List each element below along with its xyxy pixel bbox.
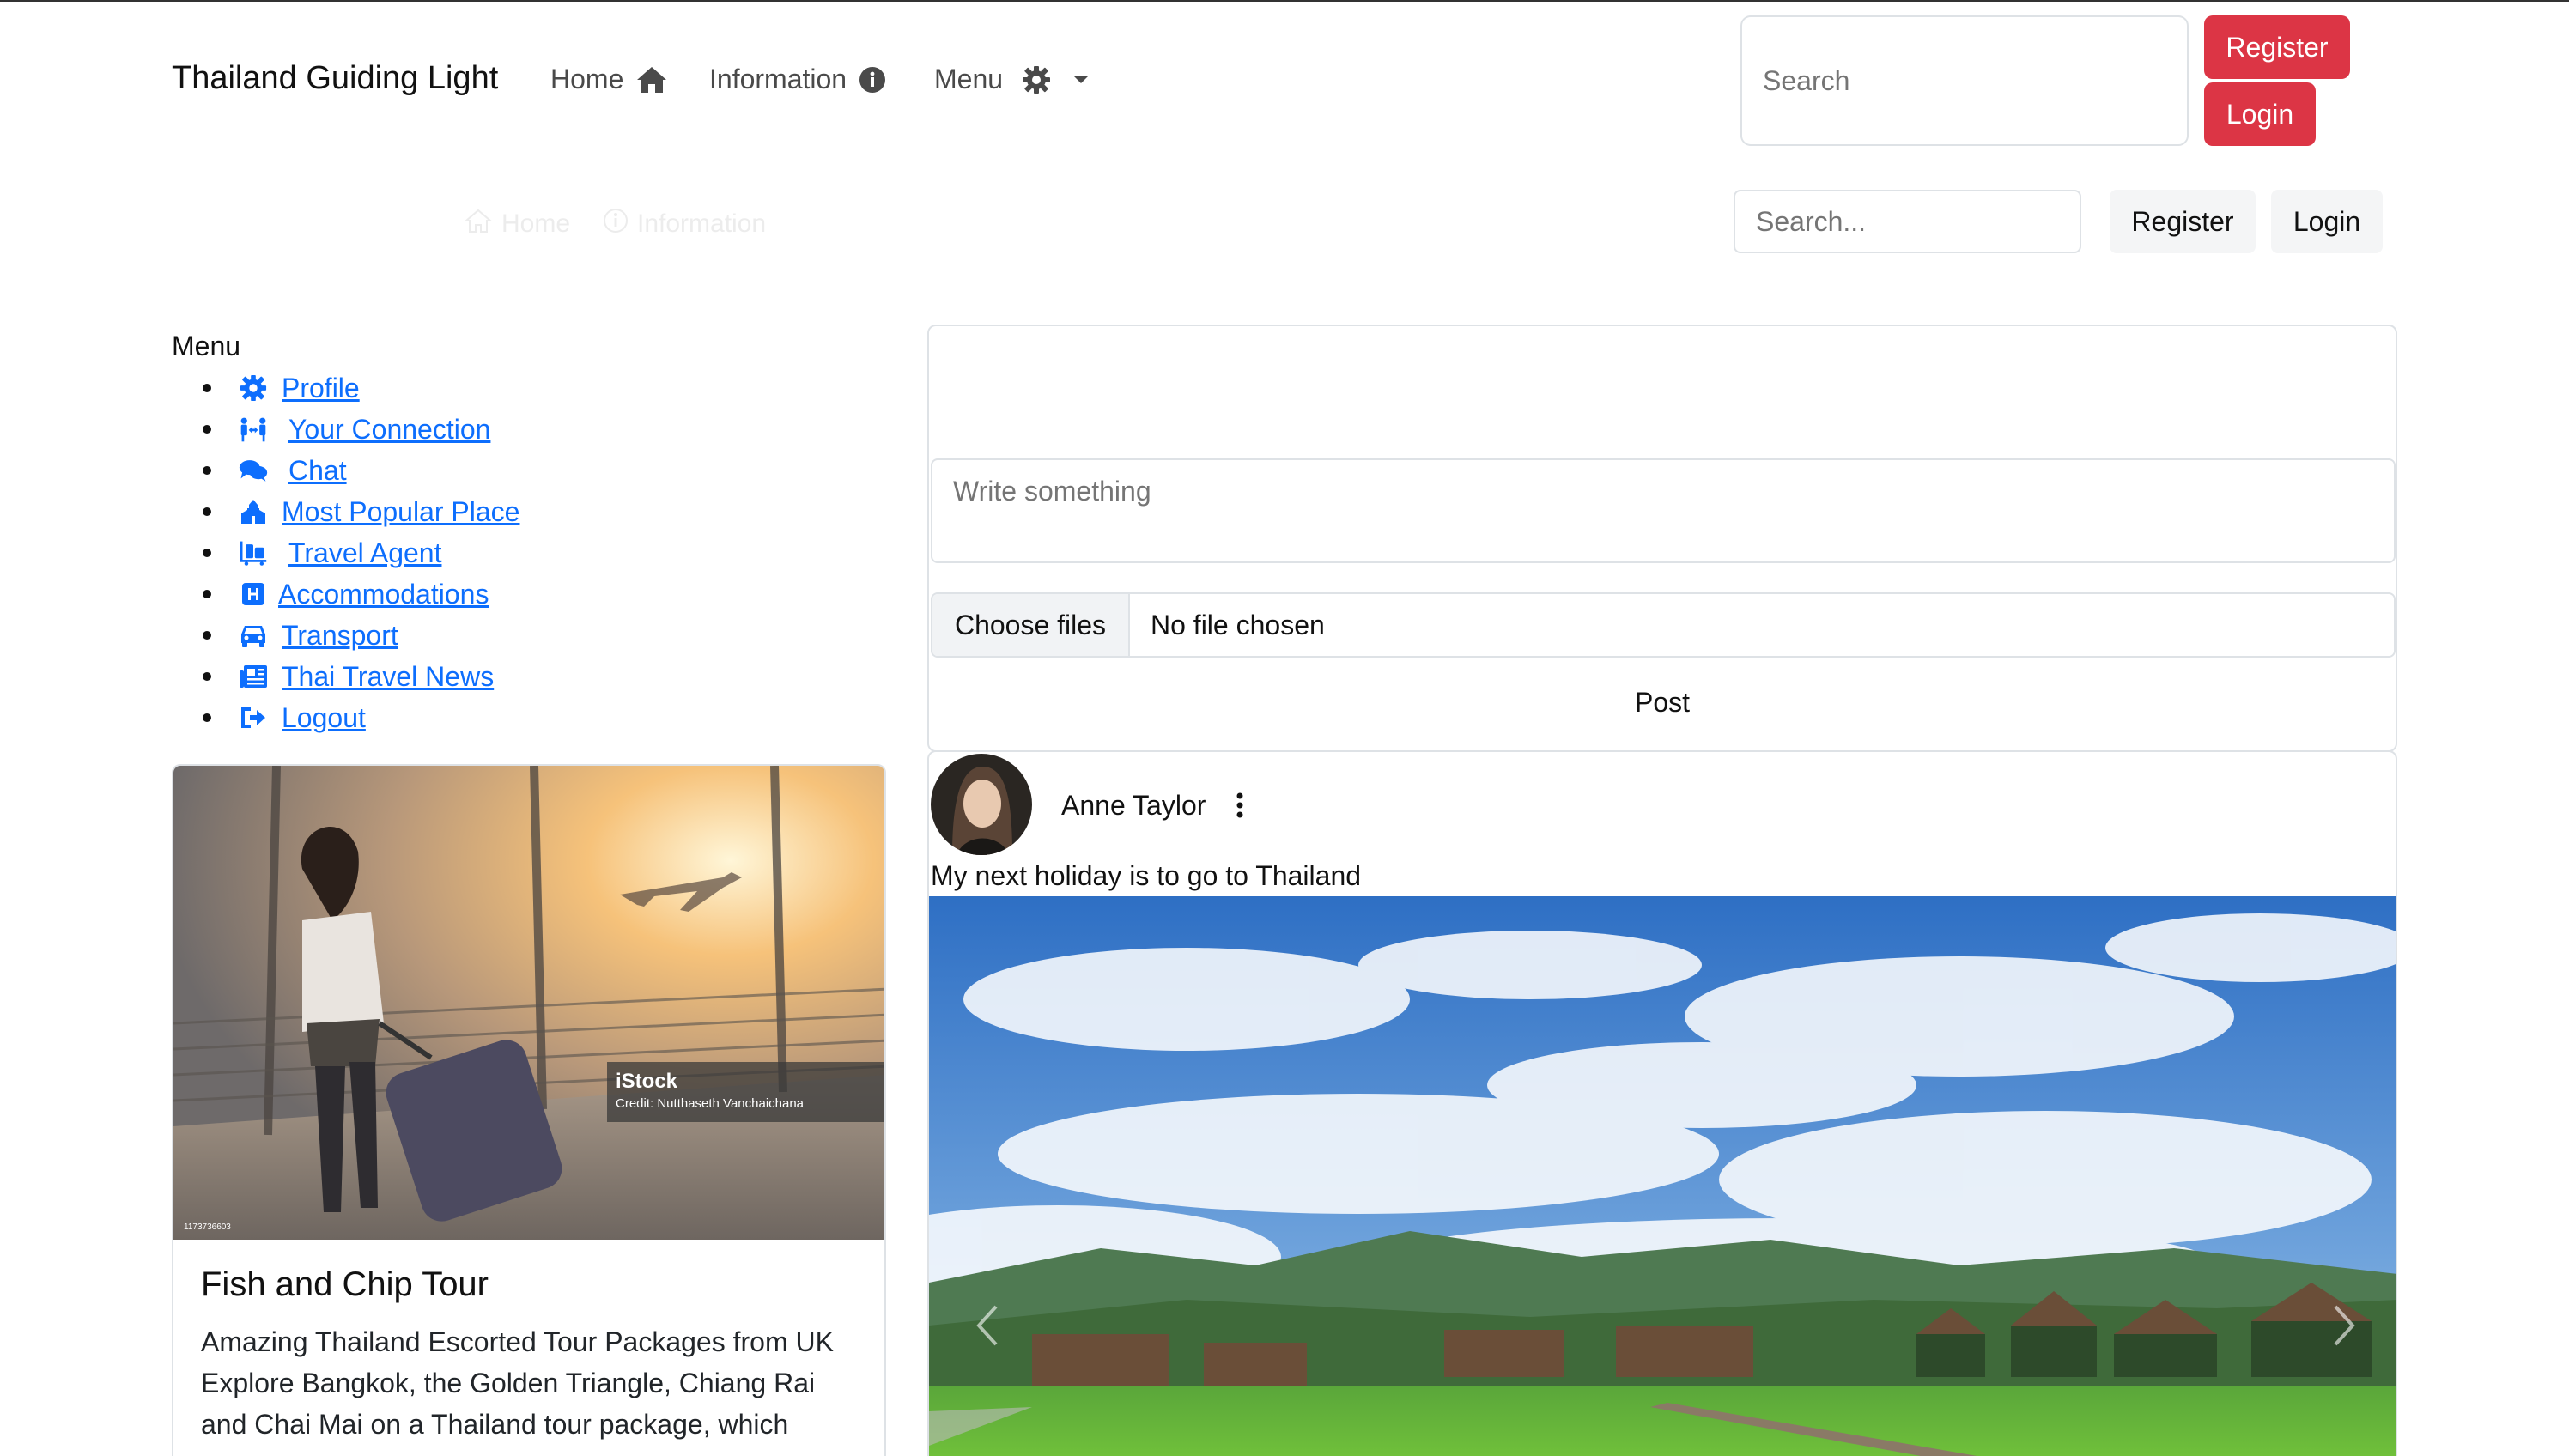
list-bullet [203,466,211,475]
sidebar-link-transport[interactable]: Transport [282,620,398,652]
sidebar-link-logout[interactable]: Logout [282,702,366,734]
avatar[interactable] [931,754,1032,855]
post-button[interactable]: Post [929,687,2396,719]
nav-information-label: Information [709,64,847,94]
post-composer: Choose files No file chosen Post [927,325,2397,752]
sidebar-link-travel-agent[interactable]: Travel Agent [288,537,441,569]
people-arrows-icon [239,415,268,444]
top-border-line [0,0,2569,2]
post-body-text: My next holiday is to go to Thailand [931,860,1362,891]
navbar-brand[interactable]: Thailand Guiding Light [172,60,498,97]
list-bullet [203,590,211,598]
sidebar-menu-title: Menu [172,331,241,361]
file-status-text: No file chosen [1151,609,1325,640]
more-options-icon[interactable] [1231,788,1248,822]
sidebar-link-most-popular-place[interactable]: Most Popular Place [282,496,519,528]
tour-card-body: Fish and Chip Tour Amazing Thailand Esco… [173,1240,884,1456]
navbar-login-button[interactable]: Login [2204,82,2316,146]
sidebar-link-accommodations[interactable]: Accommodations [278,579,489,610]
file-input[interactable]: Choose files No file chosen [931,592,2396,658]
home-icon [635,65,668,94]
tour-card-text: Amazing Thailand Escorted Tour Packages … [201,1326,834,1440]
navbar-search-input[interactable] [1740,15,2189,146]
choose-files-button[interactable]: Choose files [932,594,1130,656]
secondary-register-button[interactable]: Register [2110,190,2256,253]
list-bullet [203,631,211,640]
nav-home-link[interactable]: Home [550,64,668,95]
list-bullet [203,425,211,434]
faded-information-label: Information [637,209,767,238]
watermark-text: iStock [616,1070,678,1093]
nav-information-link[interactable]: Information [709,64,886,95]
image-id-text: 1173736603 [184,1222,231,1232]
list-bullet [203,507,211,516]
faded-home-icon [464,208,493,240]
landscape-photo [929,896,2396,1456]
secondary-search-input[interactable] [1734,190,2081,253]
feed-post: Anne Taylor My next holiday is to go to … [927,750,2397,1456]
sidebar-link-chat[interactable]: Chat [288,455,347,487]
airport-traveler-photo: iStock Credit: Nutthaseth Vanchaichana 1… [173,766,884,1240]
place-of-worship-icon [239,497,268,526]
hotel-icon [239,579,268,609]
faded-home-label: Home [501,209,571,238]
nav-menu-label: Menu [934,64,1004,94]
post-image-carousel[interactable] [929,896,2396,1456]
list-bullet [203,672,211,681]
faded-information-link[interactable]: Information [603,208,766,240]
sidebar-link-profile[interactable]: Profile [282,373,360,404]
credit-text: Credit: Nutthaseth Vanchaichana [616,1096,805,1111]
post-author-name[interactable]: Anne Taylor [1061,790,1206,822]
sign-out-icon [239,703,268,732]
list-bullet [203,384,211,392]
info-circle-icon [859,66,886,94]
secondary-login-button[interactable]: Login [2271,190,2383,253]
sidebar-link-thai-travel-news[interactable]: Thai Travel News [282,661,494,693]
comments-icon [239,456,268,485]
faded-info-icon [603,208,629,240]
list-bullet [203,713,211,722]
caret-down-icon [1073,75,1089,85]
newspaper-icon [239,662,268,691]
faded-home-link[interactable]: Home [464,208,570,240]
sidebar-link-your-connection[interactable]: Your Connection [288,414,490,446]
nav-home-label: Home [550,64,624,94]
list-bullet [203,549,211,557]
gear-icon [1022,65,1051,94]
tour-card-title: Fish and Chip Tour [201,1265,489,1303]
nav-menu-dropdown[interactable]: Menu [934,64,1089,95]
tour-card: iStock Credit: Nutthaseth Vanchaichana 1… [172,764,886,1456]
car-icon [239,621,268,650]
tour-card-image: iStock Credit: Nutthaseth Vanchaichana 1… [173,766,884,1240]
navbar-register-button[interactable]: Register [2204,15,2350,79]
post-text-input[interactable] [931,458,2396,563]
luggage-cart-icon [239,538,268,567]
gear-icon [239,373,268,403]
